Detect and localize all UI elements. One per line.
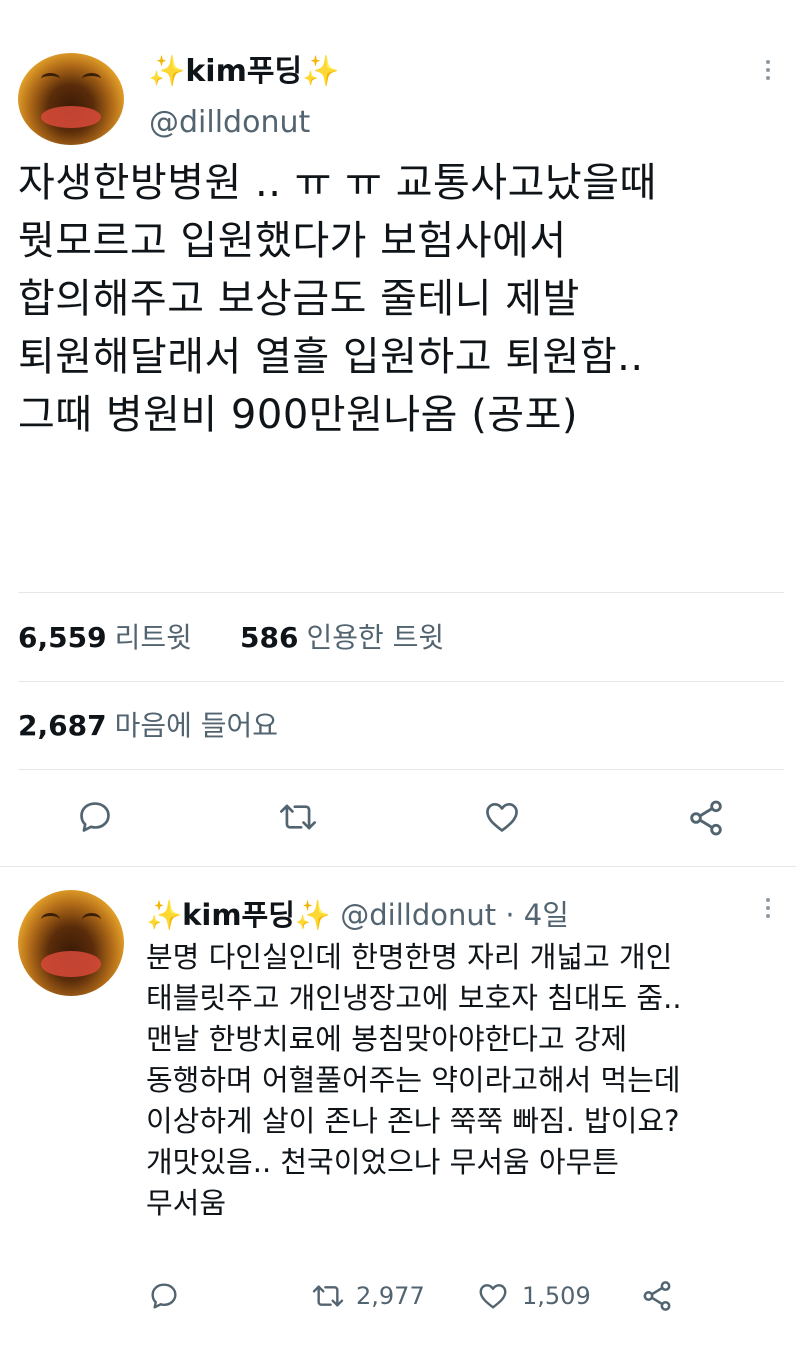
reply-header: ✨kim푸딩✨ @dilldonut · 4일 [146,896,569,934]
retweets-label: 리트윗 [114,621,192,654]
tweet-text-line: 합의해주고 보상금도 줄테니 제발 [18,276,580,322]
divider [18,769,784,770]
divider [18,592,784,593]
heart-icon [476,1280,510,1312]
likes-count: 2,687 [18,709,107,742]
display-name-text: kim푸딩 [182,898,295,932]
heart-icon[interactable] [482,798,522,836]
retweets-count: 6,559 [18,621,107,654]
display-name[interactable]: ✨kim푸딩✨ [148,52,339,92]
tweet-text-line: 그때 병원비 900만원나옴 (공포) [18,392,579,438]
tweet-text: 자생한방병원 .. ㅠ ㅠ 교통사고났을때 뭣모르고 입원했다가 보험사에서 합… [18,154,788,444]
avatar[interactable] [18,53,124,145]
retweet-icon [310,1280,346,1312]
retweets-stat[interactable]: 6,559 리트윗 [18,618,192,658]
reply-icon[interactable] [76,798,114,836]
display-name[interactable]: ✨kim푸딩✨ [146,898,331,932]
likes-label: 마음에 들어요 [114,709,279,742]
thread-divider [0,866,796,867]
likes-stat[interactable]: 2,687 마음에 들어요 [18,706,278,746]
reply-icon[interactable] [148,1280,180,1312]
more-icon[interactable] [764,898,772,918]
reply-text-line: 개맛있음.. 천국이었으나 무서움 아무튼 [146,1145,619,1179]
quotes-label: 인용한 트윗 [306,621,445,654]
sparkle-icon: ✨ [146,898,183,932]
like-count: 1,509 [522,1282,591,1310]
share-icon[interactable] [640,1279,674,1313]
retweet-count: 2,977 [356,1282,425,1310]
reply-text-line: 맨날 한방치료에 봉침맞아야한다고 강제 [146,1022,628,1056]
sparkle-icon: ✨ [294,898,332,932]
divider [18,681,784,682]
retweet-button[interactable]: 2,977 [310,1280,425,1312]
sparkle-icon: ✨ [148,54,186,89]
reply-text-line: 이상하게 살이 존나 존나 쭉쭉 빠짐. 밥이요? [146,1104,680,1138]
tweet-text-line: 자생한방병원 .. ㅠ ㅠ 교통사고났을때 [18,160,657,206]
display-name-text: kim푸딩 [185,54,303,89]
reply-text: 분명 다인실인데 한명한명 자리 개넓고 개인 태블릿주고 개인냉장고에 보호자… [146,937,786,1224]
share-icon[interactable] [686,798,726,838]
like-button[interactable]: 1,509 [476,1280,591,1312]
more-icon[interactable] [764,60,772,80]
reply-text-line: 동행하며 어혈풀어주는 약이라고해서 먹는데 [146,1063,681,1097]
separator: · [505,898,515,932]
handle[interactable]: @dilldonut [340,898,496,932]
reply-text-line: 무서움 [146,1186,227,1220]
reply-text-line: 태블릿주고 개인냉장고에 보호자 침대도 줌.. [146,981,682,1015]
tweet-text-line: 뭣모르고 입원했다가 보험사에서 [18,218,567,264]
sparkle-icon: ✨ [302,54,340,89]
reply-text-line: 분명 다인실인데 한명한명 자리 개넓고 개인 [146,940,673,974]
quotes-stat[interactable]: 586 인용한 트윗 [240,618,444,658]
quotes-count: 586 [240,621,299,654]
avatar[interactable] [18,890,124,996]
tweet-text-line: 퇴원해달래서 열흘 입원하고 퇴원함.. [18,334,644,380]
retweet-icon[interactable] [277,798,319,836]
timestamp[interactable]: 4일 [524,898,569,932]
handle[interactable]: @dilldonut [149,104,310,142]
